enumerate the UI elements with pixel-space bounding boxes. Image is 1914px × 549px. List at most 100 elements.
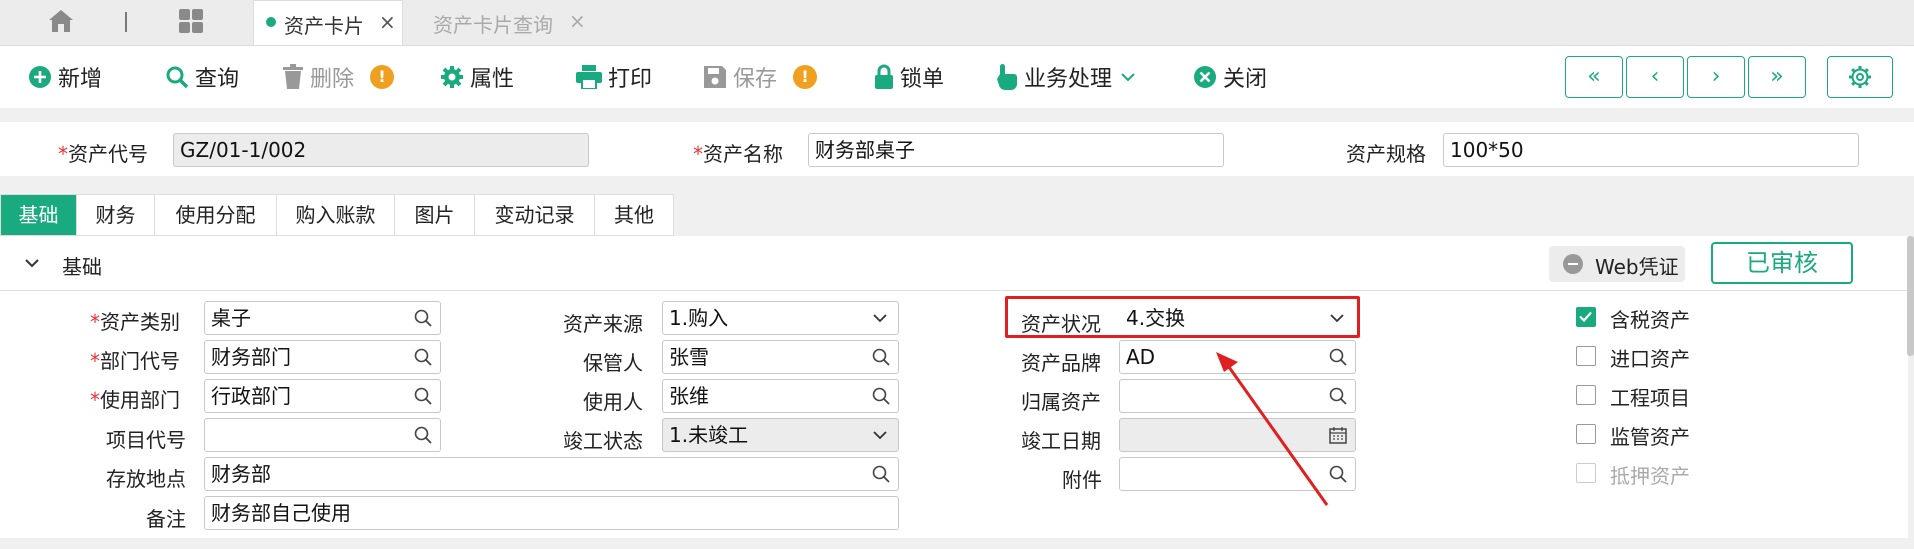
search-icon[interactable] bbox=[414, 348, 432, 366]
tab-label: 资产卡片 bbox=[284, 14, 364, 38]
supervised-label: 监管资产 bbox=[1610, 425, 1690, 449]
collapse-chevron-icon[interactable] bbox=[24, 257, 40, 269]
asset-code-field[interactable]: GZ/01-1/002 bbox=[173, 133, 589, 167]
save-button[interactable]: 保存 ! bbox=[703, 46, 818, 108]
dept-code-label: *部门代号 bbox=[90, 349, 180, 373]
close-tab-icon[interactable]: × bbox=[379, 10, 396, 34]
complete-status-select[interactable]: 1.未竣工 bbox=[662, 418, 899, 452]
properties-button[interactable]: 属性 bbox=[440, 46, 514, 108]
imported-checkbox[interactable] bbox=[1576, 346, 1596, 366]
hand-pointer-icon bbox=[997, 64, 1017, 90]
location-field[interactable]: 财务部 bbox=[204, 457, 899, 491]
user-label: 使用人 bbox=[583, 390, 643, 414]
tab-basic[interactable]: 基础 bbox=[1, 195, 77, 235]
tab-change-log[interactable]: 变动记录 bbox=[475, 195, 595, 235]
search-icon[interactable] bbox=[872, 387, 890, 405]
category-label: *资产类别 bbox=[90, 310, 180, 334]
settings-button[interactable] bbox=[1827, 56, 1893, 98]
printer-icon bbox=[576, 65, 602, 89]
scrollbar[interactable] bbox=[1907, 236, 1914, 356]
toolbar: 新增 查询 删除 ! 属性 打印 保存 ! 锁单 业务处理 关闭 « ‹ › » bbox=[0, 46, 1914, 108]
source-select[interactable]: 1.购入 bbox=[662, 301, 899, 335]
minus-circle-icon bbox=[1563, 254, 1583, 274]
tab-images[interactable]: 图片 bbox=[395, 195, 475, 235]
trash-icon bbox=[283, 64, 303, 89]
asset-spec-label: 资产规格 bbox=[1346, 142, 1426, 166]
engineering-project-label: 工程项目 bbox=[1610, 386, 1690, 410]
business-menu-button[interactable]: 业务处理 bbox=[996, 46, 1136, 108]
next-record-button[interactable]: › bbox=[1687, 56, 1745, 98]
home-icon[interactable] bbox=[48, 9, 74, 33]
use-dept-field[interactable]: 行政部门 bbox=[204, 379, 441, 413]
keeper-field[interactable]: 张雪 bbox=[662, 340, 899, 374]
tab-usage-allocation[interactable]: 使用分配 bbox=[155, 195, 277, 235]
category-field[interactable]: 桌子 bbox=[204, 301, 441, 335]
print-button[interactable]: 打印 bbox=[576, 46, 652, 108]
print-label: 打印 bbox=[608, 67, 653, 92]
tab-finance[interactable]: 财务 bbox=[77, 195, 155, 235]
sub-tabs: 基础 财务 使用分配 购入账款 图片 变动记录 其他 bbox=[0, 194, 674, 236]
asset-name-field[interactable]: 财务部桌子 bbox=[808, 133, 1224, 167]
save-icon bbox=[704, 66, 726, 88]
highlight-box bbox=[1005, 296, 1360, 338]
close-label: 关闭 bbox=[1223, 67, 1268, 92]
add-label: 新增 bbox=[58, 67, 103, 92]
project-code-label: 项目代号 bbox=[106, 428, 186, 452]
check-icon bbox=[1579, 311, 1592, 323]
apps-grid-icon[interactable] bbox=[177, 7, 205, 35]
imported-label: 进口资产 bbox=[1610, 347, 1690, 371]
lock-icon bbox=[875, 64, 893, 89]
properties-label: 属性 bbox=[470, 67, 515, 92]
save-label: 保存 bbox=[733, 67, 778, 92]
asset-name-label: *资产名称 bbox=[693, 142, 783, 166]
divider bbox=[125, 12, 127, 32]
section-title: 基础 bbox=[62, 255, 102, 279]
chevron-down-icon bbox=[1121, 73, 1135, 82]
tab-label: 资产卡片查询 bbox=[433, 13, 553, 37]
search-icon[interactable] bbox=[872, 348, 890, 366]
tab-asset-card[interactable]: 资产卡片 × bbox=[253, 0, 403, 45]
keeper-label: 保管人 bbox=[583, 351, 643, 375]
query-button[interactable]: 查询 bbox=[165, 46, 239, 108]
web-voucher-button[interactable]: Web凭证 bbox=[1549, 246, 1685, 282]
tab-asset-card-query[interactable]: 资产卡片查询 × bbox=[401, 0, 591, 44]
lock-button[interactable]: 锁单 bbox=[874, 46, 944, 108]
first-record-button[interactable]: « bbox=[1565, 56, 1623, 98]
project-code-field[interactable] bbox=[204, 418, 441, 452]
web-voucher-label: Web凭证 bbox=[1595, 255, 1679, 279]
plus-circle-icon bbox=[29, 66, 51, 88]
annotation-arrow bbox=[1216, 352, 1329, 506]
location-label: 存放地点 bbox=[106, 467, 186, 491]
tab-purchase-account[interactable]: 购入账款 bbox=[277, 195, 395, 235]
search-icon[interactable] bbox=[414, 426, 432, 444]
search-icon[interactable] bbox=[414, 387, 432, 405]
user-field[interactable]: 张维 bbox=[662, 379, 899, 413]
last-record-button[interactable]: » bbox=[1748, 56, 1806, 98]
engineering-project-checkbox[interactable] bbox=[1576, 385, 1596, 405]
close-tab-icon[interactable]: × bbox=[569, 9, 586, 33]
delete-button[interactable]: 删除 ! bbox=[282, 46, 395, 108]
query-label: 查询 bbox=[195, 67, 240, 92]
add-button[interactable]: 新增 bbox=[28, 46, 102, 108]
settings-gear-icon bbox=[1849, 66, 1871, 88]
tax-included-label: 含税资产 bbox=[1610, 308, 1690, 332]
complete-status-label: 竣工状态 bbox=[563, 429, 643, 453]
close-circle-icon bbox=[1194, 66, 1216, 88]
asset-spec-field[interactable]: 100*50 bbox=[1443, 133, 1859, 167]
close-button[interactable]: 关闭 bbox=[1193, 46, 1267, 108]
complete-date-label: 竣工日期 bbox=[1021, 429, 1101, 453]
approved-badge: 已审核 bbox=[1711, 242, 1853, 284]
chevron-down-icon bbox=[873, 314, 887, 323]
delete-label: 删除 bbox=[310, 67, 355, 92]
mortgaged-label: 抵押资产 bbox=[1610, 464, 1690, 488]
tax-included-checkbox[interactable] bbox=[1576, 307, 1596, 327]
gear-icon bbox=[441, 66, 463, 88]
search-icon bbox=[166, 66, 189, 89]
tab-other[interactable]: 其他 bbox=[595, 195, 673, 235]
search-icon[interactable] bbox=[872, 465, 890, 483]
supervised-checkbox[interactable] bbox=[1576, 424, 1596, 444]
remark-field[interactable]: 财务部自己使用 bbox=[204, 496, 899, 530]
dept-code-field[interactable]: 财务部门 bbox=[204, 340, 441, 374]
previous-record-button[interactable]: ‹ bbox=[1626, 56, 1684, 98]
search-icon[interactable] bbox=[414, 309, 432, 327]
